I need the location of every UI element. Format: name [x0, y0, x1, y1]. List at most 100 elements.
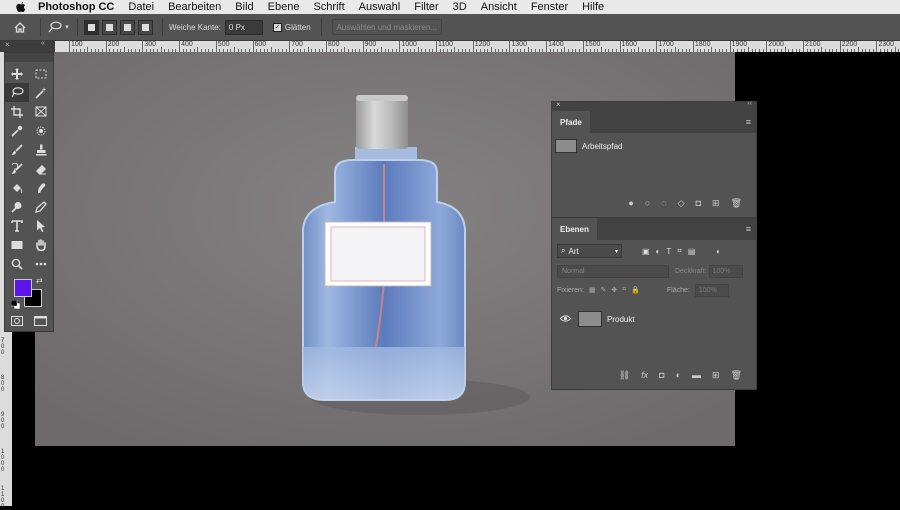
- blend-mode-select[interactable]: Normal: [557, 264, 669, 278]
- lasso-tool-icon[interactable]: [5, 83, 29, 102]
- screen-mode-icon[interactable]: [34, 313, 47, 331]
- collapse-icon[interactable]: ‹‹: [747, 100, 752, 107]
- menu-photoshop[interactable]: Photoshop CC: [38, 1, 114, 13]
- new-group-icon[interactable]: ▬: [692, 370, 701, 381]
- menu-auswahl[interactable]: Auswahl: [359, 1, 401, 13]
- apple-icon[interactable]: [14, 0, 28, 14]
- smooth-checkbox[interactable]: ✓: [272, 22, 282, 32]
- new-path-icon[interactable]: ⊞: [712, 198, 720, 209]
- path-item[interactable]: Arbeitspfad: [552, 136, 756, 156]
- close-icon[interactable]: ×: [5, 40, 10, 49]
- panel-menu-icon[interactable]: ≡: [746, 117, 751, 127]
- add-mask-icon[interactable]: ◘: [696, 198, 701, 209]
- panel-menu-icon[interactable]: ≡: [746, 224, 751, 234]
- lock-pixels-icon[interactable]: ✎: [600, 286, 606, 294]
- dodge-tool-icon[interactable]: [5, 197, 29, 216]
- lasso-preset-icon[interactable]: [47, 19, 63, 35]
- lock-transparent-icon[interactable]: ▦: [589, 286, 596, 294]
- marquee-tool-icon[interactable]: [29, 64, 53, 83]
- menu-hilfe[interactable]: Hilfe: [582, 1, 604, 13]
- quick-mask-icon[interactable]: [11, 313, 23, 331]
- chevron-down-icon[interactable]: ▾: [63, 19, 71, 35]
- paint-bucket-icon[interactable]: [5, 178, 29, 197]
- ruler-tick: [777, 49, 779, 52]
- panel-header[interactable]: × ‹‹: [552, 100, 756, 111]
- tab-paths[interactable]: Pfade: [552, 111, 590, 133]
- default-colors-icon[interactable]: [11, 300, 20, 309]
- history-brush-icon[interactable]: [5, 159, 29, 178]
- filter-toggle-icon[interactable]: ◖: [715, 247, 720, 256]
- divider: [77, 18, 78, 36]
- path-name: Arbeitspfad: [582, 141, 623, 151]
- lock-position-icon[interactable]: ✥: [611, 286, 617, 294]
- fill-path-icon[interactable]: ●: [628, 198, 633, 209]
- ruler-label: 100: [71, 41, 83, 48]
- spot-healing-icon[interactable]: [29, 121, 53, 140]
- stroke-path-icon[interactable]: ○: [645, 198, 650, 209]
- make-path-icon[interactable]: ◇: [678, 198, 685, 209]
- layer-mask-icon[interactable]: ◘: [659, 370, 664, 381]
- new-selection-button[interactable]: [84, 19, 99, 35]
- pixel-filter-icon[interactable]: ▣: [642, 247, 650, 256]
- menu-3d[interactable]: 3D: [453, 1, 467, 13]
- eyedropper-tool-icon[interactable]: [5, 121, 29, 140]
- visibility-eye-icon[interactable]: [559, 314, 572, 324]
- type-filter-icon[interactable]: T: [666, 247, 671, 256]
- menu-datei[interactable]: Datei: [128, 1, 154, 13]
- smart-object-filter-icon[interactable]: ▤: [688, 247, 696, 256]
- menu-bearbeiten[interactable]: Bearbeiten: [168, 1, 221, 13]
- tab-layers[interactable]: Ebenen: [552, 218, 597, 240]
- delete-layer-icon[interactable]: 🗑: [731, 370, 742, 381]
- adjustment-filter-icon[interactable]: ◐: [656, 247, 661, 256]
- path-selection-icon[interactable]: [29, 216, 53, 235]
- opacity-input[interactable]: 100%: [708, 264, 743, 278]
- menu-ebene[interactable]: Ebene: [268, 1, 300, 13]
- layers-footer: ⛓ fx ◘ ◐ ▬ ⊞ 🗑: [552, 370, 756, 381]
- rectangle-tool-icon[interactable]: [5, 235, 29, 254]
- add-selection-button[interactable]: [102, 19, 117, 35]
- home-icon[interactable]: [12, 19, 28, 35]
- menu-fenster[interactable]: Fenster: [531, 1, 568, 13]
- close-icon[interactable]: ×: [556, 100, 561, 109]
- menu-schrift[interactable]: Schrift: [313, 1, 344, 13]
- frame-tool-icon[interactable]: [29, 102, 53, 121]
- move-tool-icon[interactable]: [5, 64, 29, 83]
- subtract-selection-button[interactable]: [120, 19, 135, 35]
- menu-filter[interactable]: Filter: [414, 1, 438, 13]
- ruler-tick: [887, 49, 889, 52]
- feather-input[interactable]: 0 Px: [224, 19, 263, 35]
- kind-filter-select[interactable]: ⌕ Art ▾: [557, 244, 622, 258]
- link-layers-icon[interactable]: ⛓: [619, 370, 630, 381]
- menu-bild[interactable]: Bild: [235, 1, 253, 13]
- lock-artboard-icon[interactable]: ⌗: [622, 286, 626, 294]
- eraser-tool-icon[interactable]: [29, 159, 53, 178]
- select-and-mask-button[interactable]: Auswählen und maskieren...: [331, 19, 442, 35]
- zoom-tool-icon[interactable]: [5, 254, 29, 273]
- hand-tool-icon[interactable]: [29, 235, 53, 254]
- delete-path-icon[interactable]: 🗑: [731, 198, 742, 209]
- brush-tool-icon[interactable]: [5, 140, 29, 159]
- pen-tool-icon[interactable]: [29, 197, 53, 216]
- new-layer-icon[interactable]: ⊞: [712, 370, 720, 381]
- menu-ansicht[interactable]: Ansicht: [481, 1, 517, 13]
- lock-all-icon[interactable]: 🔒: [631, 286, 640, 294]
- layer-row[interactable]: Produkt: [552, 306, 756, 332]
- type-tool-icon[interactable]: [5, 216, 29, 235]
- clone-stamp-icon[interactable]: [29, 140, 53, 159]
- load-selection-icon[interactable]: ◌: [661, 198, 666, 209]
- swap-colors-icon[interactable]: ⇄: [36, 276, 43, 285]
- adjustment-layer-icon[interactable]: ◐: [676, 370, 681, 381]
- collapse-icon[interactable]: «: [41, 40, 45, 47]
- shape-filter-icon[interactable]: ⌗: [677, 246, 682, 256]
- intersect-selection-button[interactable]: [138, 19, 153, 35]
- magic-wand-icon[interactable]: [29, 83, 53, 102]
- layer-style-icon[interactable]: fx: [641, 370, 648, 381]
- fill-input[interactable]: 100%: [694, 283, 729, 297]
- tools-panel-header[interactable]: [5, 53, 53, 62]
- tools-panel: ⇄: [4, 52, 54, 332]
- foreground-color-swatch[interactable]: [14, 279, 32, 297]
- fill-label: Fläche:: [666, 286, 690, 294]
- smudge-tool-icon[interactable]: [29, 178, 53, 197]
- more-tools-icon[interactable]: [29, 254, 53, 273]
- crop-tool-icon[interactable]: [5, 102, 29, 121]
